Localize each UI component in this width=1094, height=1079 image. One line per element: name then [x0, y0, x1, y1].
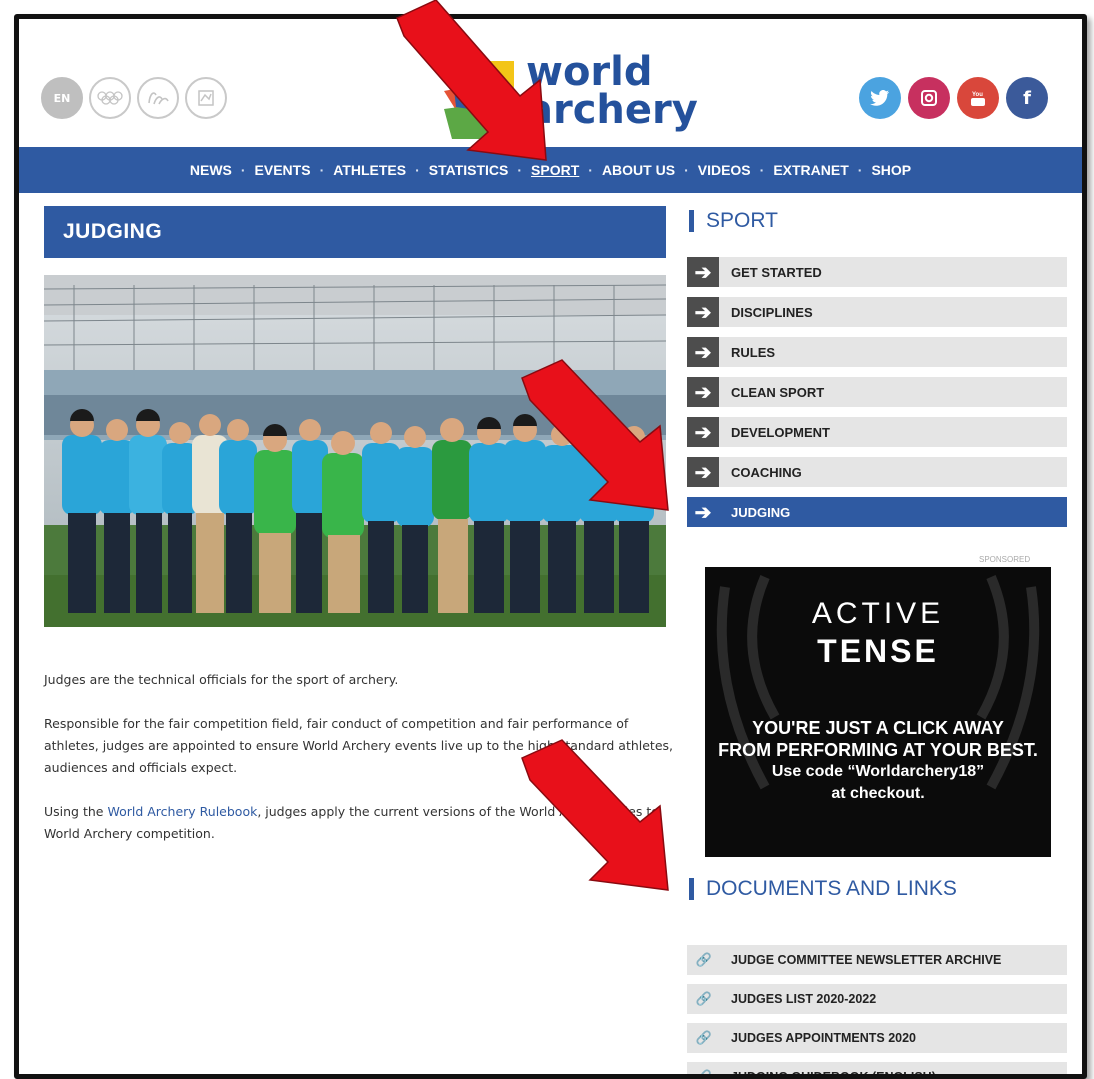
paragraph-rulebook: Using the World Archery Rulebook, judges… — [44, 801, 684, 845]
arrow-right-icon: ➔ — [687, 497, 719, 527]
title-bar-accent — [689, 210, 694, 232]
arrow-right-icon: ➔ — [687, 417, 719, 447]
language-switch-button[interactable]: EN — [41, 77, 83, 119]
ad-line1: YOU'RE JUST A CLICK AWAY — [752, 718, 1004, 738]
link-icon: 🔗 — [695, 952, 713, 967]
instagram-icon[interactable] — [908, 77, 950, 119]
doc-link-label: JUDGE COMMITTEE NEWSLETTER ARCHIVE — [731, 953, 1002, 967]
sponsored-label: SPONSORED — [979, 555, 1031, 564]
doc-link-label: JUDGING GUIDEBOOK (ENGLISH) — [731, 1070, 936, 1079]
nav-news[interactable]: NEWS — [190, 162, 232, 178]
link-icon: 🔗 — [695, 1030, 713, 1045]
youtube-icon[interactable]: You — [957, 77, 999, 119]
sport-menu: ➔ GET STARTED ➔ DISCIPLINES ➔ RULES ➔ CLEAN … — [687, 257, 1067, 537]
rulebook-link[interactable]: World Archery Rulebook — [107, 804, 257, 819]
sidebar-item-development[interactable]: ➔ DEVELOPMENT — [687, 417, 1067, 447]
documents-title: DOCUMENTS AND LINKS — [689, 877, 957, 901]
nav-shop[interactable]: SHOP — [871, 162, 911, 178]
sidebar-item-disciplines[interactable]: ➔ DISCIPLINES — [687, 297, 1067, 327]
paragraph-rulebook-pre: Using the — [44, 804, 108, 819]
sidebar-item-judging[interactable]: ➔ JUDGING — [687, 497, 1067, 527]
ad-line3: Use code “Worldarchery18” — [771, 763, 985, 780]
link-icon: 🔗 — [695, 991, 713, 1006]
sponsored-ad[interactable]: ACTIVE TENSE YOU'RE JUST A CLICK AWAY FR… — [705, 567, 1051, 857]
doc-link-judges-list[interactable]: 🔗 JUDGES LIST 2020-2022 — [687, 984, 1067, 1014]
nav-sport[interactable]: SPORT — [531, 162, 579, 178]
documents-list: 🔗 JUDGE COMMITTEE NEWSLETTER ARCHIVE 🔗 JUD… — [687, 945, 1067, 1079]
arrow-right-icon: ➔ — [687, 257, 719, 287]
nav-about-us[interactable]: ABOUT US — [602, 162, 675, 178]
youth-games-icon[interactable] — [185, 77, 227, 119]
sidebar-item-label: JUDGING — [731, 504, 791, 520]
ad-brand-line1: ACTIVE — [811, 597, 945, 630]
sidebar-title: SPORT — [689, 209, 778, 233]
arrow-right-icon: ➔ — [687, 457, 719, 487]
social-links: You f — [859, 77, 1048, 119]
world-archery-logo[interactable]: world archery — [444, 49, 698, 144]
link-icon: 🔗 — [695, 1069, 713, 1079]
arrow-right-icon: ➔ — [687, 297, 719, 327]
logo-line-1: world — [526, 49, 653, 95]
ad-copy: YOU'RE JUST A CLICK AWAY FROM PERFORMING… — [705, 717, 1051, 805]
sidebar-item-label: RULES — [731, 344, 776, 360]
sidebar-title-label: SPORT — [706, 209, 778, 232]
documents-title-label: DOCUMENTS AND LINKS — [706, 877, 957, 900]
page-body: Judges are the technical officials for t… — [44, 669, 684, 867]
paralympic-icon[interactable] — [137, 77, 179, 119]
nav-events[interactable]: EVENTS — [255, 162, 311, 178]
language-and-partner-icons: EN — [41, 77, 227, 119]
nav-statistics[interactable]: STATISTICS — [429, 162, 509, 178]
sidebar-item-label: DEVELOPMENT — [731, 424, 830, 440]
page-title: JUDGING — [44, 206, 666, 258]
nav-videos[interactable]: VIDEOS — [698, 162, 751, 178]
sidebar-item-label: CLEAN SPORT — [731, 384, 825, 400]
olympic-rings-icon[interactable] — [89, 77, 131, 119]
arrow-right-icon: ➔ — [687, 337, 719, 367]
browser-frame: EN world archery You f NEWS · EVENTS · A… — [14, 14, 1087, 1079]
sidebar-item-label: COACHING — [731, 464, 802, 480]
doc-link-label: JUDGES APPOINTMENTS 2020 — [731, 1031, 917, 1045]
doc-link-newsletter-archive[interactable]: 🔗 JUDGE COMMITTEE NEWSLETTER ARCHIVE — [687, 945, 1067, 975]
doc-link-label: JUDGES LIST 2020-2022 — [731, 992, 877, 1006]
paragraph-responsibility: Responsible for the fair competition fie… — [44, 716, 674, 775]
logo-line-2: archery — [526, 87, 698, 133]
logo-mark-icon — [444, 61, 514, 139]
ad-line2: FROM PERFORMING AT YOUR BEST. — [718, 740, 1038, 760]
sidebar-item-get-started[interactable]: ➔ GET STARTED — [687, 257, 1067, 287]
main-nav: NEWS · EVENTS · ATHLETES · STATISTICS · SPOR… — [19, 147, 1082, 193]
nav-extranet[interactable]: EXTRANET — [773, 162, 848, 178]
svg-text:You: You — [972, 92, 983, 98]
twitter-icon[interactable] — [859, 77, 901, 119]
judges-group-photo — [44, 275, 666, 627]
arrow-right-icon: ➔ — [687, 377, 719, 407]
sidebar-item-rules[interactable]: ➔ RULES — [687, 337, 1067, 367]
doc-link-guidebook[interactable]: 🔗 JUDGING GUIDEBOOK (ENGLISH) — [687, 1062, 1067, 1079]
logo-wordmark: world archery — [526, 49, 698, 133]
paragraph-intro: Judges are the technical officials for t… — [44, 672, 399, 687]
nav-athletes[interactable]: ATHLETES — [333, 162, 406, 178]
title-bar-accent — [689, 878, 694, 900]
ad-brand-line2: TENSE — [817, 633, 939, 669]
doc-link-appointments[interactable]: 🔗 JUDGES APPOINTMENTS 2020 — [687, 1023, 1067, 1053]
sidebar-item-coaching[interactable]: ➔ COACHING — [687, 457, 1067, 487]
sidebar-item-clean-sport[interactable]: ➔ CLEAN SPORT — [687, 377, 1067, 407]
sidebar-item-label: GET STARTED — [731, 264, 822, 280]
sidebar-item-label: DISCIPLINES — [731, 304, 813, 320]
facebook-icon[interactable]: f — [1006, 77, 1048, 119]
ad-line4: at checkout. — [831, 785, 925, 802]
